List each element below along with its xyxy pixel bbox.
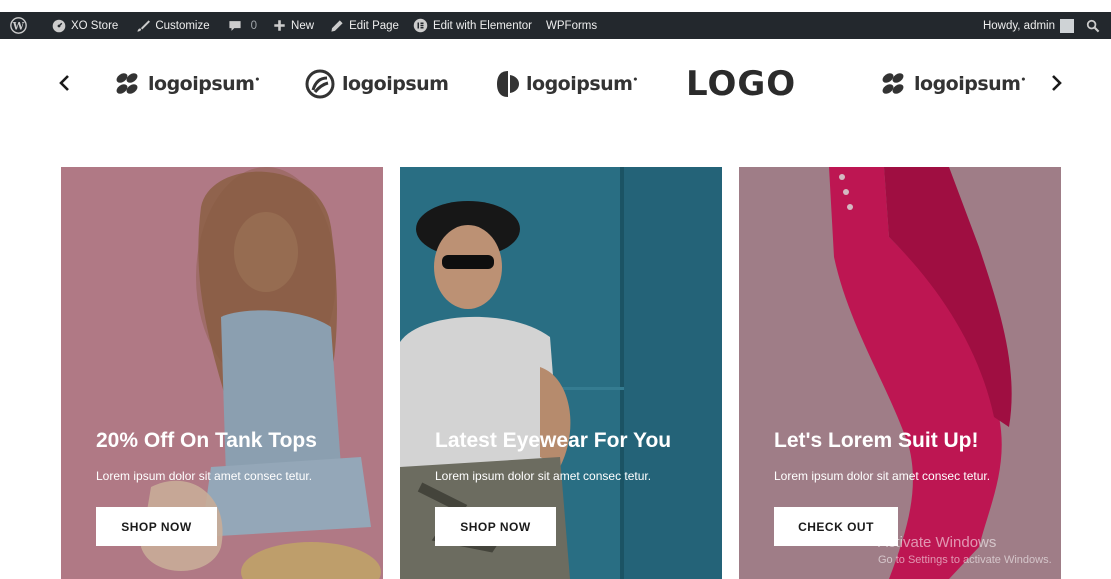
- brand-logo-5[interactable]: logoipsum •: [878, 66, 1026, 102]
- activate-windows-watermark: Activate Windows Go to Settings to activ…: [878, 534, 1052, 566]
- brand-logo-2[interactable]: logoipsum: [304, 66, 449, 102]
- brand-logo-4-text: LOGO: [686, 64, 797, 104]
- wpforms-label: WPForms: [546, 19, 598, 32]
- half-circle-logo-icon: [497, 71, 519, 97]
- brand-logo-3-text: logoipsum: [526, 73, 633, 95]
- search-icon: [1086, 19, 1100, 32]
- admin-bar-area: W XO Store Customize 0 New Edit Page Edi…: [0, 0, 1111, 39]
- carousel-next-button[interactable]: [1045, 68, 1069, 98]
- pencil-icon: [331, 19, 343, 32]
- avatar: [1060, 18, 1074, 33]
- wordpress-icon: W: [10, 17, 27, 34]
- new-label: New: [291, 19, 315, 32]
- dashboard-gauge-icon: [52, 19, 66, 32]
- carousel-prev-button[interactable]: [52, 68, 76, 98]
- plus-icon: [274, 20, 285, 31]
- new-content-link[interactable]: New: [267, 12, 320, 39]
- edit-page-link[interactable]: Edit Page: [324, 12, 405, 39]
- brand-logo-2-text: logoipsum: [342, 73, 449, 95]
- edit-elementor-label: Edit with Elementor: [432, 19, 533, 32]
- card-title: 20% Off On Tank Tops: [96, 429, 317, 452]
- circle-swirl-logo-icon: [305, 69, 335, 99]
- elementor-icon: [413, 18, 428, 33]
- customize-link[interactable]: Customize: [130, 12, 215, 39]
- my-account-link[interactable]: Howdy, admin: [977, 12, 1080, 39]
- site-name-link[interactable]: XO Store: [46, 12, 124, 39]
- card-title: Let's Lorem Suit Up!: [774, 429, 979, 452]
- edit-page-label: Edit Page: [349, 19, 399, 32]
- customize-label: Customize: [155, 19, 210, 32]
- brush-icon: [137, 19, 151, 32]
- card-description: Lorem ipsum dolor sit amet consec tetur.: [435, 469, 652, 483]
- bubbles-logo-icon: [882, 73, 904, 94]
- brand-logo-carousel: logoipsum • logoipsum logoipsum • LOGO log…: [0, 58, 1111, 112]
- shop-now-button[interactable]: SHOP NOW: [435, 507, 556, 546]
- brand-logo-4[interactable]: LOGO: [686, 64, 797, 104]
- card-description: Lorem ipsum dolor sit amet consec tetur.: [96, 469, 313, 483]
- admin-bar-right: Howdy, admin: [977, 12, 1111, 39]
- chevron-right-icon: [1052, 75, 1062, 91]
- chevron-left-icon: [59, 75, 69, 91]
- wp-admin-bar: W XO Store Customize 0 New Edit Page Edi…: [0, 12, 1111, 39]
- edit-elementor-link[interactable]: Edit with Elementor: [407, 12, 538, 39]
- brand-logo-1-text: logoipsum: [148, 73, 255, 95]
- promo-card-suit[interactable]: Let's Lorem Suit Up! Lorem ipsum dolor s…: [739, 167, 1061, 579]
- svg-text:W: W: [12, 20, 25, 32]
- brand-logo-1[interactable]: logoipsum •: [112, 66, 260, 102]
- brand-logo-3[interactable]: logoipsum •: [496, 66, 638, 102]
- admin-search-button[interactable]: [1080, 12, 1111, 39]
- wordpress-logo-button[interactable]: W: [0, 12, 38, 39]
- card-description: Lorem ipsum dolor sit amet consec tetur.: [774, 469, 991, 483]
- brand-logo-5-text: logoipsum: [914, 73, 1021, 95]
- howdy-label: Howdy, admin: [982, 19, 1055, 32]
- watermark-title: Activate Windows: [878, 534, 997, 551]
- comments-link[interactable]: 0: [222, 12, 263, 39]
- promo-card-tank-tops[interactable]: 20% Off On Tank Tops Lorem ipsum dolor s…: [61, 167, 383, 579]
- comments-count: 0: [250, 19, 258, 32]
- promo-card-eyewear[interactable]: Latest Eyewear For You Lorem ipsum dolor…: [400, 167, 722, 579]
- wpforms-link[interactable]: WPForms: [540, 12, 603, 39]
- bubbles-logo-icon: [116, 73, 138, 94]
- site-name-label: XO Store: [71, 19, 119, 32]
- card-title: Latest Eyewear For You: [435, 429, 672, 452]
- watermark-subtitle: Go to Settings to activate Windows.: [878, 554, 1052, 566]
- comment-bubble-icon: [229, 20, 241, 31]
- shop-now-button[interactable]: SHOP NOW: [96, 507, 217, 546]
